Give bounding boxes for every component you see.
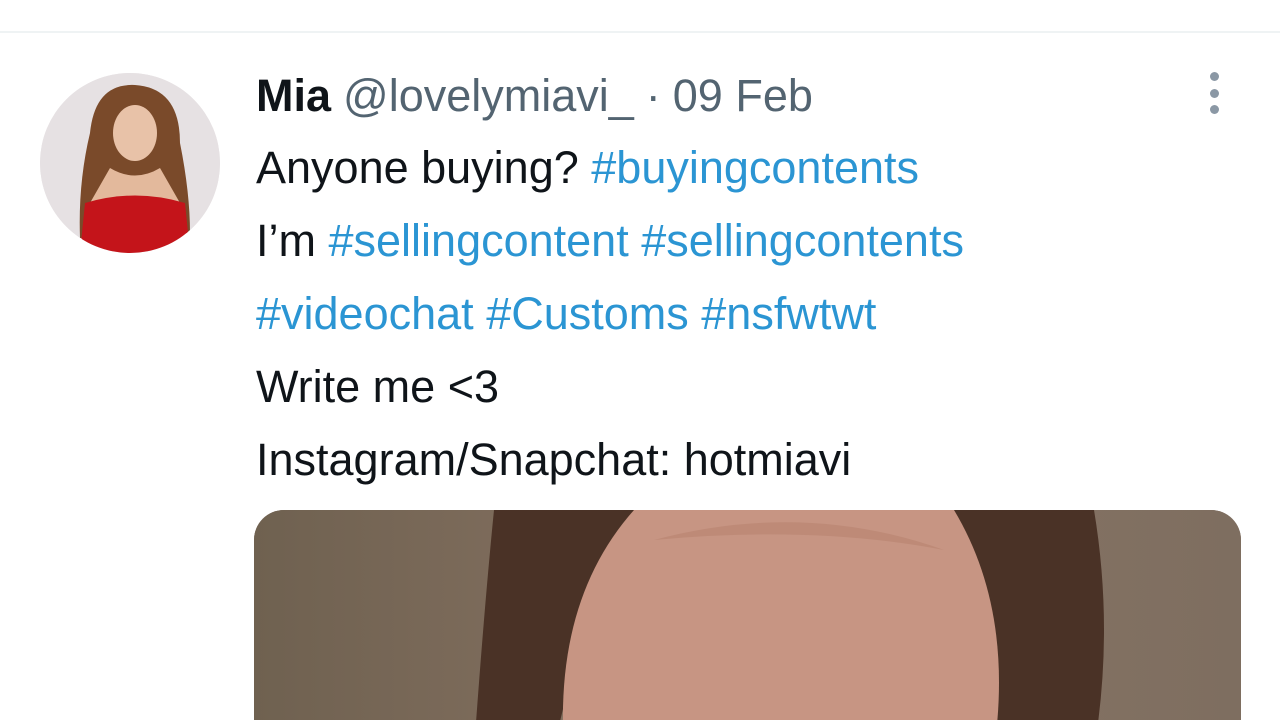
tweet-text-segment: I’m: [256, 215, 329, 266]
hashtag-link[interactable]: #nsfwtwt: [701, 288, 876, 339]
user-handle[interactable]: @lovelymiavi_: [343, 66, 634, 126]
header-separator: ·: [645, 70, 661, 121]
more-dot: [1209, 105, 1219, 114]
tweet-screen: Mia @lovelymiavi_ · 09 Feb Anyone buying…: [0, 0, 1280, 720]
tweet-text-segment: [689, 288, 702, 339]
tweet-text-line: Write me <3: [256, 350, 1246, 423]
tweet-text-segment: Instagram/Snapchat: hotmiavi: [256, 434, 852, 485]
avatar[interactable]: [40, 73, 220, 253]
hashtag-link[interactable]: #sellingcontents: [641, 215, 964, 266]
more-vertical-icon[interactable]: [1198, 70, 1230, 116]
tweet-text-segment: Anyone buying?: [256, 142, 592, 193]
hashtag-link[interactable]: #buyingcontents: [591, 142, 919, 193]
tweet-text-segment: [474, 288, 487, 339]
tweet-text-line: Instagram/Snapchat: hotmiavi: [256, 423, 1246, 496]
tweet-text-segment: [629, 215, 642, 266]
tweet-header: Mia @lovelymiavi_ · 09 Feb: [256, 66, 813, 126]
more-dot: [1209, 88, 1219, 98]
tweet-text-segment: Write me <3: [256, 361, 499, 412]
tweet-date[interactable]: 09 Feb: [673, 66, 813, 126]
hashtag-link[interactable]: #Customs: [486, 288, 689, 339]
tweet-text-line: #videochat #Customs #nsfwtwt: [256, 277, 1246, 350]
display-name[interactable]: Mia: [256, 66, 331, 126]
tweet-media-image[interactable]: [254, 510, 1241, 720]
hashtag-link[interactable]: #videochat: [256, 288, 474, 339]
top-divider: [0, 31, 1280, 33]
tweet-text: Anyone buying? #buyingcontents I’m #selli…: [256, 131, 1246, 496]
tweet-text-line: I’m #sellingcontent #sellingcontents: [256, 204, 1246, 277]
tweet-text-line: Anyone buying? #buyingcontents: [256, 131, 1246, 204]
hashtag-link[interactable]: #sellingcontent: [329, 215, 629, 266]
more-dot: [1209, 72, 1219, 81]
